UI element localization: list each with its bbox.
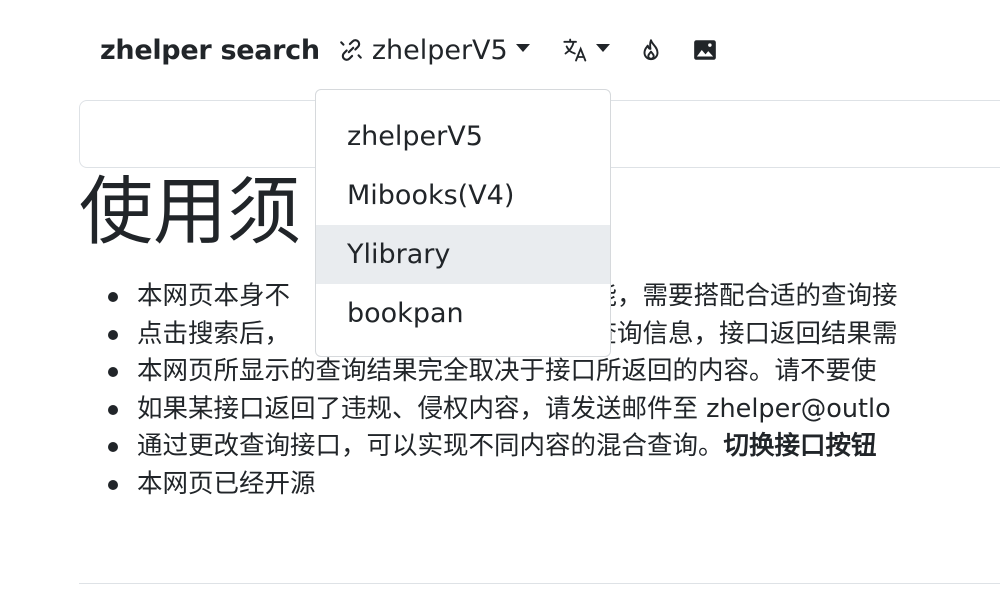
notice-text-continued: 送查询信息，接口返回结果需 [566, 318, 898, 349]
notice-text: 本网页本身不 [137, 281, 291, 311]
image-icon [693, 40, 716, 60]
language-selector[interactable] [562, 36, 610, 64]
list-item: 本网页已经开源 [108, 466, 1000, 504]
dropdown-item-mibooks[interactable]: Mibooks(V4) [316, 166, 610, 225]
list-item: 如果某接口返回了违规、侵权内容，请发送邮件至 zhelper@outlo [108, 391, 1000, 429]
brand-title[interactable]: zhelper search [100, 35, 320, 66]
page-title: 使用须 [79, 169, 301, 255]
dropdown-item-bookpan[interactable]: bookpan [316, 284, 610, 343]
api-selector-toggle[interactable]: zhelperV5 [338, 35, 530, 66]
image-button[interactable] [692, 37, 718, 63]
translate-icon [563, 38, 586, 62]
chevron-down-icon [595, 44, 610, 52]
divider [79, 583, 1000, 584]
notice-text: 本网页所显示的查询结果完全取决于接口所返回的内容。请不要使 [137, 356, 877, 386]
link-icon [339, 39, 362, 61]
navbar: zhelper search zhelperV5 [100, 26, 718, 74]
page: zhelper search zhelperV5 使用须 本网页本身不 功能，需… [0, 0, 1000, 600]
notice-text: 点击搜索后， [137, 318, 291, 349]
chevron-down-icon [515, 44, 530, 52]
notice-bold-text: 切换接口按钮 [723, 431, 877, 461]
dropdown-item-zhelperv5[interactable]: zhelperV5 [316, 107, 610, 166]
dropdown-item-ylibrary[interactable]: Ylibrary [316, 225, 610, 284]
api-selector-label: zhelperV5 [371, 34, 508, 66]
notice-text: 本网页已经开源 [137, 468, 316, 499]
list-item: 本网页所显示的查询结果完全取决于接口所返回的内容。请不要使 [108, 353, 1000, 391]
notice-text-continued: 功能，需要搭配合适的查询接 [566, 281, 898, 311]
list-item: 通过更改查询接口，可以实现不同内容的混合查询。切换接口按钮 [108, 428, 1000, 466]
api-dropdown-menu: zhelperV5 Mibooks(V4) Ylibrary bookpan [315, 89, 611, 357]
fire-icon [643, 39, 659, 61]
notice-text: 通过更改查询接口，可以实现不同内容的混合查询。 [137, 431, 724, 461]
theme-toggle-button[interactable] [638, 37, 664, 63]
notice-text: 如果某接口返回了违规、侵权内容，请发送邮件至 zhelper@outlo [137, 393, 891, 424]
